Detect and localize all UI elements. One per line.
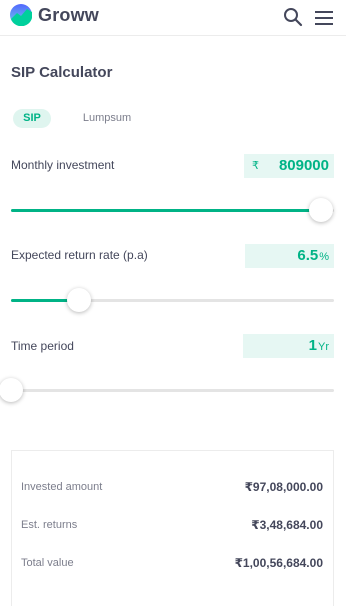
invested-amount-value: ₹97,08,000.00 bbox=[244, 480, 323, 494]
monthly-investment-input[interactable]: ₹ 809000 bbox=[244, 154, 334, 178]
rupee-symbol: ₹ bbox=[252, 160, 259, 172]
year-unit: Yr bbox=[318, 341, 329, 353]
slider-thumb[interactable] bbox=[0, 378, 23, 402]
return-rate-input[interactable]: 6.5% bbox=[245, 244, 334, 268]
time-period-value-wrap: 1Yr bbox=[309, 337, 329, 354]
results-card: Invested amount ₹97,08,000.00 Est. retur… bbox=[11, 450, 334, 606]
slider-fill bbox=[11, 209, 321, 212]
total-value-label: Total value bbox=[21, 557, 74, 569]
brand-name[interactable]: Groww bbox=[38, 5, 99, 26]
return-rate-value-wrap: 6.5% bbox=[297, 247, 329, 264]
est-returns-value: ₹3,48,684.00 bbox=[251, 518, 323, 532]
slider-thumb[interactable] bbox=[67, 288, 91, 312]
time-period-slider[interactable] bbox=[0, 378, 334, 402]
page-title: SIP Calculator bbox=[11, 64, 113, 81]
percent-unit: % bbox=[319, 251, 329, 263]
tab-sip[interactable]: SIP bbox=[13, 109, 51, 128]
time-period-label: Time period bbox=[11, 339, 74, 353]
slider-thumb[interactable] bbox=[309, 198, 333, 222]
search-icon[interactable] bbox=[282, 6, 304, 28]
time-period-input[interactable]: 1Yr bbox=[243, 334, 334, 358]
return-rate-value: 6.5 bbox=[297, 247, 319, 264]
return-rate-slider[interactable] bbox=[11, 288, 334, 312]
groww-logo-icon[interactable] bbox=[10, 4, 32, 27]
invested-amount-label: Invested amount bbox=[21, 481, 103, 493]
monthly-investment-label: Monthly investment bbox=[11, 158, 115, 172]
app-header: Groww bbox=[0, 0, 346, 36]
return-rate-label: Expected return rate (p.a) bbox=[11, 248, 148, 262]
tab-lumpsum[interactable]: Lumpsum bbox=[72, 109, 142, 128]
monthly-investment-value: 809000 bbox=[278, 157, 329, 174]
time-period-value: 1 bbox=[308, 337, 317, 354]
est-returns-label: Est. returns bbox=[21, 519, 78, 531]
total-value-value: ₹1,00,56,684.00 bbox=[234, 556, 323, 570]
hamburger-menu-icon[interactable] bbox=[313, 8, 335, 28]
monthly-investment-slider[interactable] bbox=[11, 198, 334, 222]
